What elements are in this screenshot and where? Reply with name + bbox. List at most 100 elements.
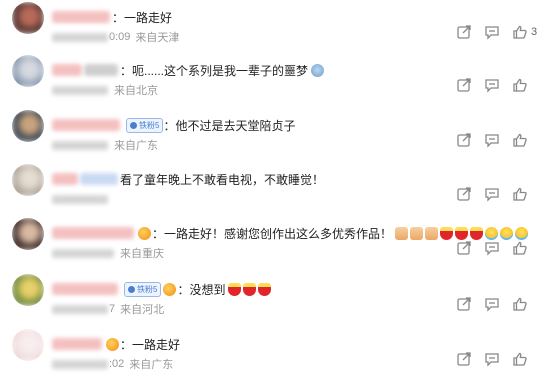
like-count: 3 [531, 26, 538, 38]
comment-text: ：呃......这个系列是我一辈子的噩梦 [120, 63, 309, 78]
share-icon[interactable] [456, 24, 472, 40]
comment-icon[interactable] [484, 186, 500, 202]
avatar[interactable] [12, 329, 44, 361]
username[interactable] [80, 173, 118, 185]
comment-item: ：呃......这个系列是我一辈子的噩梦来自北京 [0, 53, 550, 109]
timestamp-redacted [52, 359, 108, 369]
location: 来自广东 [129, 359, 174, 371]
comment-text: ：他不过是去天堂陪贞子 [163, 118, 296, 133]
username[interactable] [52, 119, 120, 131]
pray-emoji-icon [425, 226, 439, 240]
fan-badge-icon [128, 285, 135, 293]
username[interactable] [52, 173, 78, 185]
timestamp-redacted [52, 85, 108, 95]
fan-badge-icon [130, 121, 137, 129]
avatar[interactable] [12, 164, 44, 196]
timestamp-redacted [52, 304, 108, 314]
comment-feed: ：一路走好 0:09 来自天津 3 ：呃......这个系列是我一辈子的噩梦来自北京铁粉… [0, 0, 550, 376]
share-icon[interactable] [456, 132, 472, 148]
comment-text: ：没想到 [177, 282, 226, 297]
comment-actions [456, 77, 531, 93]
username[interactable] [52, 11, 110, 23]
comment-icon[interactable] [484, 77, 500, 93]
share-icon[interactable] [456, 351, 472, 367]
comment-icon[interactable] [484, 24, 500, 40]
thumbs-up-icon[interactable] [512, 186, 528, 202]
username[interactable] [52, 64, 82, 76]
fan-badge-label: 铁粉5 [139, 120, 160, 130]
timestamp-redacted [52, 194, 108, 204]
username[interactable] [52, 227, 134, 239]
username[interactable] [52, 283, 118, 295]
comment-text: 看了童年晚上不敢看电视，不敢睡觉！ [120, 172, 325, 187]
cry-emoji-icon [515, 226, 529, 240]
cry-emoji-icon [485, 226, 499, 240]
share-icon[interactable] [456, 240, 472, 256]
thumbs-up-icon[interactable] [512, 132, 528, 148]
location: 来自广东 [114, 140, 158, 152]
shiver-emoji-icon [311, 63, 325, 77]
comment-item: ：一路走好 :02 来自广东 [0, 327, 550, 383]
pray-emoji-icon [395, 226, 409, 240]
comment-icon[interactable] [484, 132, 500, 148]
avatar[interactable] [12, 110, 44, 142]
comment-item: 看了童年晚上不敢看电视，不敢睡觉！ [0, 162, 550, 218]
emoji-group [395, 226, 529, 240]
comment-icon[interactable] [484, 351, 500, 367]
fan-badge-label: 铁粉5 [137, 284, 158, 294]
location: 来自天津 [135, 32, 180, 44]
comment-actions [456, 296, 531, 312]
candle-emoji-icon [440, 226, 454, 240]
share-icon[interactable] [456, 77, 472, 93]
like-button[interactable] [512, 132, 531, 148]
like-button[interactable] [512, 186, 531, 202]
comment-icon[interactable] [484, 240, 500, 256]
comment-item: ：一路走好！感谢您创作出这么多优秀作品！ 来自重庆 [0, 216, 550, 272]
pray-emoji-icon [410, 226, 424, 240]
like-button[interactable] [512, 296, 531, 312]
thumbs-up-icon[interactable] [512, 24, 528, 40]
comment-actions [456, 186, 531, 202]
candle-emoji-icon [243, 282, 257, 296]
medal-icon [138, 226, 151, 240]
fan-badge: 铁粉5 [126, 117, 164, 133]
candle-emoji-icon [455, 226, 469, 240]
username[interactable] [84, 64, 118, 76]
like-button[interactable] [512, 77, 531, 93]
avatar[interactable] [12, 55, 44, 87]
like-button[interactable] [512, 240, 531, 256]
comment-text: ：一路走好 [120, 337, 181, 352]
thumbs-up-icon[interactable] [512, 296, 528, 312]
comment-actions [456, 132, 531, 148]
location: 来自重庆 [120, 248, 164, 260]
avatar[interactable] [12, 2, 44, 34]
medal-icon [106, 337, 119, 351]
emoji-group [311, 63, 325, 77]
avatar[interactable] [12, 274, 44, 306]
comment-text: ：一路走好 [112, 10, 173, 25]
comment-item: 铁粉5 ：他不过是去天堂陪贞子 来自广东 [0, 108, 550, 164]
avatar[interactable] [12, 218, 44, 250]
like-button[interactable]: 3 [512, 24, 537, 40]
comment-actions: 3 [456, 24, 537, 40]
thumbs-up-icon[interactable] [512, 77, 528, 93]
like-button[interactable] [512, 351, 531, 367]
candle-emoji-icon [258, 282, 272, 296]
timestamp: 0:09 [109, 31, 131, 43]
share-icon[interactable] [456, 186, 472, 202]
username[interactable] [52, 338, 102, 350]
comment-item: ：一路走好 0:09 来自天津 3 [0, 0, 550, 56]
comment-icon[interactable] [484, 296, 500, 312]
timestamp: :02 [109, 358, 125, 370]
emoji-group [228, 282, 272, 296]
thumbs-up-icon[interactable] [512, 240, 528, 256]
timestamp-redacted [52, 32, 108, 42]
fan-badge: 铁粉5 [124, 281, 162, 297]
timestamp: 7 [109, 303, 116, 315]
comment-item: 铁粉5 ：没想到 7 来自河北 [0, 272, 550, 328]
share-icon[interactable] [456, 296, 472, 312]
thumbs-up-icon[interactable] [512, 351, 528, 367]
location: 来自北京 [114, 85, 158, 97]
comment-actions [456, 351, 531, 367]
comment-actions [456, 240, 531, 256]
